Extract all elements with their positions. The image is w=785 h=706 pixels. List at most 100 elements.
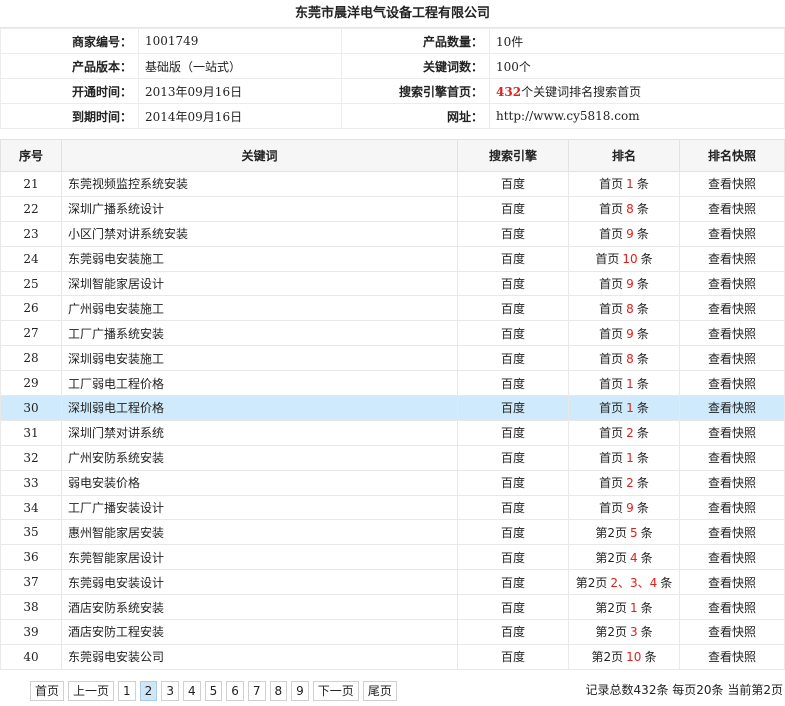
rank-unit: 条 [644,650,657,665]
page-number-button[interactable]: 9 [291,680,309,701]
col-keyword-header: 关键词 [61,139,458,172]
view-snapshot-link[interactable]: 查看快照 [708,177,756,191]
page-number-button[interactable]: 1 [118,680,136,701]
company-title: 东莞市晨洋电气设备工程有限公司 [0,0,785,28]
row-index: 22 [0,195,62,222]
row-engine: 百度 [457,544,569,571]
rank-unit: 条 [636,451,649,466]
row-index: 29 [0,370,62,397]
row-index: 28 [0,345,62,372]
row-engine: 百度 [457,270,569,297]
rank-position: 1 [626,376,634,391]
row-keyword: 东莞弱电安装施工 [61,245,458,272]
row-snapshot-cell: 查看快照 [679,569,785,596]
rank-unit: 条 [636,476,649,491]
last-page-button[interactable]: 尾页 [362,680,397,701]
rank-unit: 条 [636,501,649,516]
page-number-button[interactable]: 7 [247,680,266,701]
rank-position: 10 [622,252,638,267]
rank-page: 首页 [599,476,624,491]
row-engine: 百度 [457,519,569,546]
product-count-label: 产品数量： [341,28,490,54]
row-rank: 首页 8 条 [568,295,680,322]
rank-position: 5 [629,525,638,540]
row-engine: 百度 [457,345,569,372]
open-date-label: 开通时间： [0,78,139,104]
row-keyword: 弱电安装价格 [61,469,458,496]
row-keyword: 惠州智能家居安装 [61,519,458,546]
edition-label: 产品版本： [0,53,139,79]
view-snapshot-link[interactable]: 查看快照 [708,650,756,664]
view-snapshot-link[interactable]: 查看快照 [708,601,756,615]
row-rank: 首页 9 条 [568,220,680,247]
view-snapshot-link[interactable]: 查看快照 [708,551,756,565]
row-engine: 百度 [457,419,569,446]
view-snapshot-link[interactable]: 查看快照 [708,327,756,341]
table-row: 31 深圳门禁对讲系统 百度 首页 2 条查看快照 [0,419,785,446]
table-row: 32 广州安防系统安装 百度 首页 1 条查看快照 [0,444,785,471]
view-snapshot-link[interactable]: 查看快照 [708,377,756,391]
expire-date-label: 到期时间： [0,103,139,129]
search-home-value: 432个关键词排名搜索首页 [489,78,785,104]
rank-position: 9 [626,277,634,291]
prev-page-button[interactable]: 上一页 [68,680,115,701]
table-row: 37 东莞弱电安装设计 百度 第2页 2、3、4 条 查看快照 [0,569,785,596]
view-snapshot-link[interactable]: 查看快照 [708,302,756,316]
page-number-button[interactable]: 5 [204,680,223,701]
rank-unit: 条 [640,625,653,640]
rank-page: 首页 [599,202,624,217]
row-keyword: 酒店安防工程安装 [61,619,458,645]
row-snapshot-cell: 查看快照 [679,270,785,297]
merchant-id-value: 1001749 [138,28,342,54]
view-snapshot-link[interactable]: 查看快照 [708,252,756,266]
row-index: 27 [0,320,62,347]
view-snapshot-link[interactable]: 查看快照 [708,476,756,490]
rank-page: 第2页 [595,625,627,640]
view-snapshot-link[interactable]: 查看快照 [708,451,756,465]
rank-position: 2 [626,426,634,441]
rank-unit: 条 [636,301,649,316]
view-snapshot-link[interactable]: 查看快照 [708,401,756,415]
page-number-button[interactable]: 4 [182,680,201,701]
product-count-value: 10件 [489,28,785,54]
search-home-label: 搜索引擎首页： [341,78,490,104]
next-page-button[interactable]: 下一页 [312,680,359,701]
row-index: 21 [0,171,62,197]
view-snapshot-link[interactable]: 查看快照 [708,576,756,590]
rank-position: 8 [626,351,634,366]
col-snapshot-header: 排名快照 [679,139,785,172]
view-snapshot-link[interactable]: 查看快照 [708,202,756,216]
search-home-text: 个关键词排名搜索首页 [521,84,642,99]
rank-page: 首页 [595,252,620,267]
page-number-button[interactable]: 2 [139,680,158,701]
view-snapshot-link[interactable]: 查看快照 [708,352,756,366]
view-snapshot-link[interactable]: 查看快照 [708,501,756,515]
col-engine-header: 搜索引擎 [457,139,569,172]
row-keyword: 深圳弱电工程价格 [61,395,458,421]
view-snapshot-link[interactable]: 查看快照 [708,526,756,540]
merchant-id-label: 商家编号： [0,28,139,54]
page-number-button[interactable]: 3 [161,680,179,701]
row-index: 38 [0,594,62,621]
rank-page: 首页 [599,177,624,192]
url-label: 网址： [341,103,490,129]
ranking-table: 序号 关键词 搜索引擎 排名 排名快照 21 东莞视频监控系统安装 百度 首页 1 条查看… [0,139,785,670]
open-date-value: 2013年09月16日 [138,78,342,104]
row-index: 39 [0,619,62,645]
view-snapshot-link[interactable]: 查看快照 [708,227,756,241]
row-rank: 首页 10 条 [568,245,680,272]
row-keyword: 工厂广播系统安装 [61,320,458,347]
table-row: 22 深圳广播系统设计 百度 首页 8 条查看快照 [0,195,785,222]
rank-page: 首页 [599,451,624,466]
first-page-button[interactable]: 首页 [30,680,65,701]
view-snapshot-link[interactable]: 查看快照 [708,277,756,291]
page-number-button[interactable]: 8 [269,680,288,701]
rank-position: 9 [626,501,634,516]
row-rank: 第2页 5 条 [568,519,680,546]
rank-unit: 条 [636,227,649,242]
row-index: 37 [0,569,62,596]
view-snapshot-link[interactable]: 查看快照 [708,625,756,639]
view-snapshot-link[interactable]: 查看快照 [708,426,756,440]
page-number-button[interactable]: 6 [226,680,244,701]
row-index: 31 [0,419,62,446]
